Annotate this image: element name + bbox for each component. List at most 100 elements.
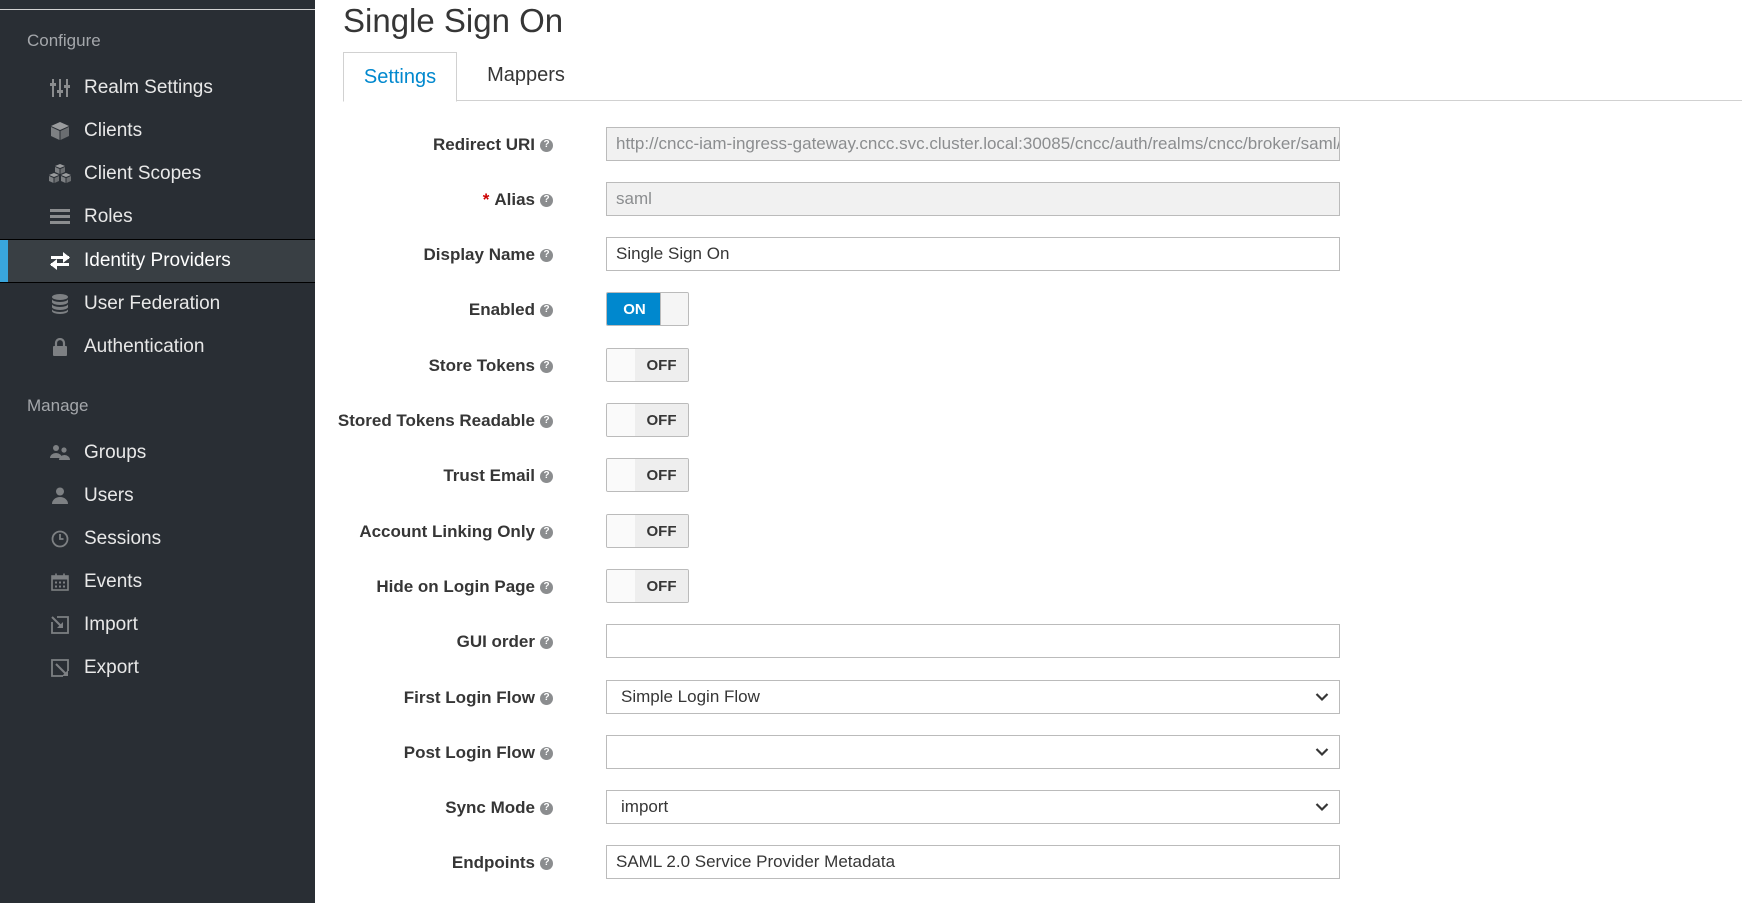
stored-tokens-readable-label-text: Stored Tokens Readable <box>337 411 535 430</box>
toggle-knob <box>607 515 637 547</box>
display-name-field[interactable]: Single Sign On <box>606 237 1340 271</box>
configure-section-label: Configure <box>27 31 101 50</box>
post-login-flow-label: Post Login Flow ? <box>404 735 553 771</box>
sidebar-item-label: Realm Settings <box>84 77 213 98</box>
help-icon[interactable]: ? <box>540 248 553 262</box>
help-icon[interactable]: ? <box>540 635 553 649</box>
help-icon[interactable]: ? <box>540 856 553 870</box>
help-icon[interactable]: ? <box>540 691 553 705</box>
endpoints-row: Endpoints ? SAML 2.0 Service Provider Me… <box>0 845 1742 881</box>
help-icon[interactable]: ? <box>540 580 553 594</box>
alias-label: * Alias ? <box>483 182 553 218</box>
sync-mode-value: import <box>621 797 669 816</box>
toggle-state: OFF <box>635 459 688 491</box>
endpoints-label: Endpoints ? <box>452 845 553 881</box>
sync-mode-label-text: Sync Mode <box>445 798 535 817</box>
store-tokens-row: Store Tokens ? OFF <box>0 348 1742 384</box>
post-login-flow-label-text: Post Login Flow <box>403 743 535 762</box>
enabled-toggle[interactable]: ON <box>606 292 689 326</box>
redirect-uri-label-text: Redirect URI <box>432 135 535 154</box>
redirect-uri-field[interactable]: http://cncc-iam-ingress-gateway.cncc.svc… <box>606 127 1340 161</box>
store-tokens-label-text: Store Tokens <box>428 356 535 375</box>
gui-order-field[interactable] <box>606 624 1340 658</box>
display-name-label-text: Display Name <box>423 245 536 264</box>
trust-email-label-text: Trust Email <box>443 466 535 485</box>
hide-on-login-page-row: Hide on Login Page ? OFF <box>0 569 1742 605</box>
alias-field[interactable]: saml <box>606 182 1340 216</box>
help-icon[interactable]: ? <box>540 359 553 373</box>
redirect-uri-row: Redirect URI ? http://cncc-iam-ingress-g… <box>0 127 1742 163</box>
export-icon <box>46 659 74 677</box>
first-login-flow-row: First Login Flow ? Simple Login Flow <box>0 680 1742 716</box>
required-mark: * <box>482 190 490 209</box>
sliders-icon <box>46 79 74 97</box>
account-linking-only-label: Account Linking Only ? <box>359 514 553 550</box>
hide-on-login-page-label-text: Hide on Login Page <box>376 577 535 596</box>
cubes-icon <box>46 164 74 184</box>
chevron-down-icon <box>1315 791 1329 823</box>
enabled-label: Enabled ? <box>469 292 553 328</box>
toggle-state: OFF <box>635 349 688 381</box>
toggle-state: ON <box>607 293 662 325</box>
stored-tokens-readable-toggle[interactable]: OFF <box>606 403 689 437</box>
alias-label-text: Alias <box>494 190 535 209</box>
trust-email-toggle[interactable]: OFF <box>606 458 689 492</box>
stored-tokens-readable-row: Stored Tokens Readable ? OFF <box>0 403 1742 439</box>
help-icon[interactable]: ? <box>540 414 553 428</box>
help-icon[interactable]: ? <box>540 303 553 317</box>
enabled-label-text: Enabled <box>468 300 535 319</box>
help-icon[interactable]: ? <box>540 138 553 152</box>
page-title: Single Sign On <box>343 2 564 39</box>
chevron-down-icon <box>1315 681 1329 713</box>
help-icon[interactable]: ? <box>540 746 553 760</box>
toggle-state: OFF <box>635 404 688 436</box>
toggle-knob <box>607 570 637 602</box>
sidebar-divider <box>0 9 315 10</box>
sync-mode-label: Sync Mode ? <box>445 790 553 826</box>
hide-on-login-page-toggle[interactable]: OFF <box>606 569 689 603</box>
gui-order-label: GUI order ? <box>457 624 553 660</box>
chevron-down-icon <box>1315 736 1329 768</box>
first-login-flow-label: First Login Flow ? <box>404 680 553 716</box>
gui-order-row: GUI order ? <box>0 624 1742 660</box>
tab-mappers[interactable]: Mappers <box>466 52 586 99</box>
redirect-uri-label: Redirect URI ? <box>433 127 553 163</box>
first-login-flow-value: Simple Login Flow <box>621 687 760 706</box>
tab-bar: Settings Mappers <box>343 52 1742 102</box>
help-icon[interactable]: ? <box>540 801 553 815</box>
display-name-row: Display Name ? Single Sign On <box>0 237 1742 273</box>
first-login-flow-select[interactable]: Simple Login Flow <box>606 680 1340 714</box>
sync-mode-row: Sync Mode ? import <box>0 790 1742 826</box>
help-icon[interactable]: ? <box>540 193 553 207</box>
trust-email-row: Trust Email ? OFF <box>0 458 1742 494</box>
help-icon[interactable]: ? <box>540 469 553 483</box>
gui-order-label-text: GUI order <box>456 632 535 651</box>
toggle-knob <box>660 293 688 325</box>
endpoints-label-text: Endpoints <box>451 853 535 872</box>
stored-tokens-readable-label: Stored Tokens Readable ? <box>338 403 553 439</box>
post-login-flow-select[interactable] <box>606 735 1340 769</box>
account-linking-only-label-text: Account Linking Only <box>359 522 535 541</box>
sidebar-item-realm-settings[interactable]: Realm Settings <box>0 67 315 109</box>
toggle-knob <box>607 349 637 381</box>
account-linking-only-toggle[interactable]: OFF <box>606 514 689 548</box>
store-tokens-toggle[interactable]: OFF <box>606 348 689 382</box>
sync-mode-select[interactable]: import <box>606 790 1340 824</box>
first-login-flow-label-text: First Login Flow <box>403 688 535 707</box>
hide-on-login-page-label: Hide on Login Page ? <box>376 569 553 605</box>
toggle-state: OFF <box>635 515 688 547</box>
post-login-flow-row: Post Login Flow ? <box>0 735 1742 771</box>
toggle-knob <box>607 459 637 491</box>
tab-settings[interactable]: Settings <box>343 52 457 102</box>
toggle-state: OFF <box>635 570 688 602</box>
endpoints-field[interactable]: SAML 2.0 Service Provider Metadata <box>606 845 1340 879</box>
help-icon[interactable]: ? <box>540 525 553 539</box>
enabled-row: Enabled ? ON <box>0 292 1742 328</box>
account-linking-only-row: Account Linking Only ? OFF <box>0 514 1742 550</box>
sidebar-item-label: Export <box>84 657 139 678</box>
trust-email-label: Trust Email ? <box>443 458 553 494</box>
display-name-label: Display Name ? <box>423 237 553 273</box>
store-tokens-label: Store Tokens ? <box>429 348 553 384</box>
toggle-knob <box>607 404 637 436</box>
alias-row: * Alias ? saml <box>0 182 1742 218</box>
